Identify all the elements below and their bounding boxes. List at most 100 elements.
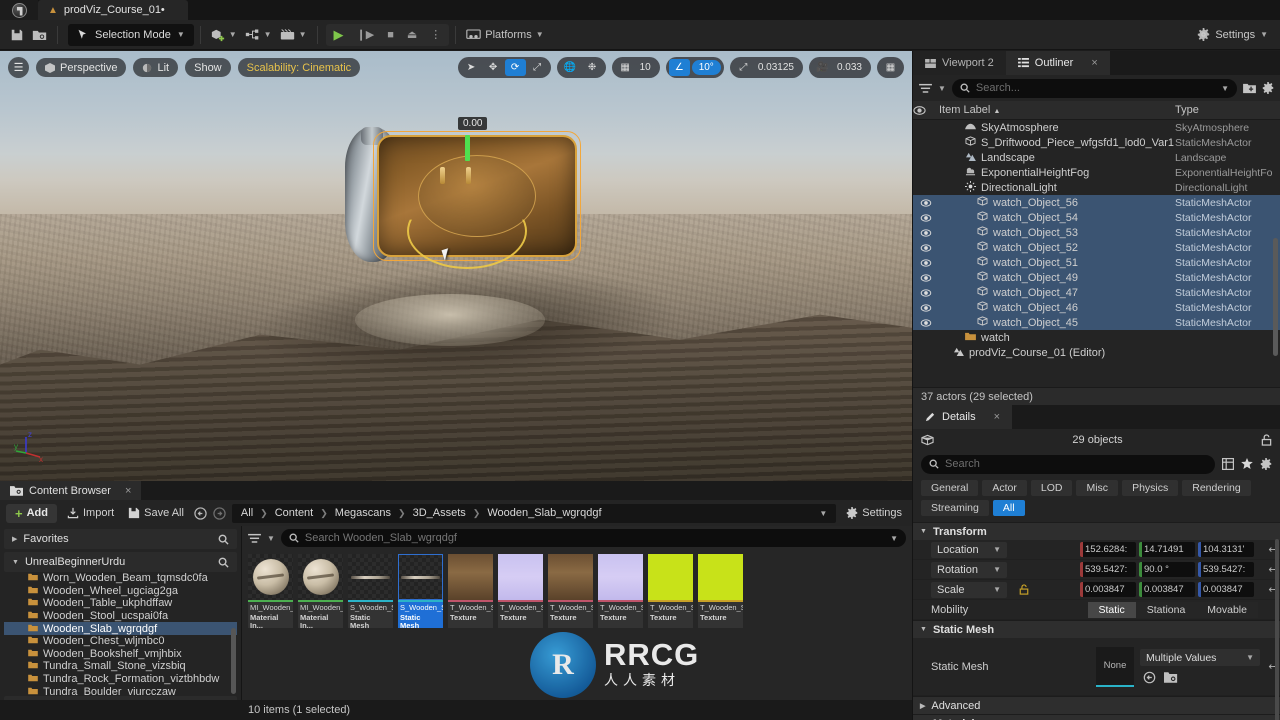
asset-thumbnail[interactable]	[348, 554, 393, 600]
viewport-lit-button[interactable]: Lit	[133, 58, 179, 77]
viewport-show-button[interactable]: Show	[185, 58, 231, 77]
chevron-down-icon[interactable]: ▼	[938, 84, 946, 93]
scale-y-input[interactable]: 0.003847	[1139, 582, 1195, 597]
scale-snap-group[interactable]: ⤢ 0.03125	[729, 57, 803, 78]
browse-content-button[interactable]	[28, 24, 51, 46]
project-section[interactable]: ▼ UnrealBeginnerUrdu	[4, 552, 237, 572]
browse-to-asset-icon[interactable]	[1143, 671, 1156, 684]
gizmo-axis-y[interactable]	[465, 135, 470, 161]
add-actor-button[interactable]: ▼	[207, 24, 241, 46]
asset-tile[interactable]: S_Wooden_SlabStatic Mesh	[398, 554, 443, 628]
star-icon[interactable]	[1241, 458, 1253, 470]
location-x-input[interactable]: 152.6284:	[1080, 542, 1136, 557]
asset-tile[interactable]: T_Wooden_SlabTexture	[648, 554, 693, 628]
folder-tree-item[interactable]: Wooden_Stool_ucspai0fa	[4, 610, 237, 623]
scale-x-input[interactable]: 0.003847	[1080, 582, 1136, 597]
breadcrumb-item[interactable]: Megascans	[335, 507, 391, 519]
folder-tree-item[interactable]: Wooden_Table_ukphdffaw	[4, 597, 237, 610]
unreal-engine-logo-icon[interactable]	[0, 0, 38, 20]
asset-tile[interactable]: S_Wooden_SlabStatic Mesh	[348, 554, 393, 628]
asset-tile[interactable]: MI_Wooden_SlabMaterial In...	[298, 554, 343, 628]
mobility-static[interactable]: Static	[1087, 601, 1136, 618]
rotation-y-input[interactable]: 90.0 °	[1139, 562, 1195, 577]
tab-outliner[interactable]: Outliner ×	[1005, 51, 1110, 75]
outliner-row[interactable]: watch	[913, 330, 1280, 345]
viewport-scalability-button[interactable]: Scalability: Cinematic	[237, 58, 361, 77]
chevron-down-icon[interactable]: ▼	[890, 534, 898, 543]
viewport-menu-icon[interactable]: ☰	[8, 57, 29, 78]
visibility-toggle-icon[interactable]	[913, 243, 939, 252]
outliner-row[interactable]: watch_Object_52 StaticMeshActor	[913, 240, 1280, 255]
rotation-z-input[interactable]: 539.5427:	[1198, 562, 1254, 577]
scale-z-input[interactable]: 0.003847	[1198, 582, 1254, 597]
tab-content-browser[interactable]: Content Browser ×	[0, 481, 142, 500]
folder-tree-item[interactable]: Wooden_Chest_wljmbc0	[4, 635, 237, 648]
outliner-row-list[interactable]: SkyAtmosphere SkyAtmosphere S_Driftwood_Pi…	[913, 120, 1280, 387]
visibility-toggle-icon[interactable]	[913, 213, 939, 222]
asset-tile[interactable]: T_Wooden_SlabTexture	[598, 554, 643, 628]
outliner-scrollbar[interactable]	[1273, 238, 1278, 356]
breadcrumb[interactable]: All ❯ Content ❯ Megascans ❯ 3D_Assets ❯ Wooden_S…	[231, 503, 837, 523]
folder-tree-item[interactable]: Tundra_Rock_Formation_viztbhbdw	[4, 673, 237, 686]
asset-tile[interactable]: T_Wooden_SlabTexture	[448, 554, 493, 628]
folder-tree-item[interactable]: Worn_Wooden_Beam_tqmsdc0fa	[4, 572, 237, 585]
asset-thumbnail[interactable]	[548, 554, 593, 600]
folder-tree-item[interactable]: Wooden_Wheel_ugciag2ga	[4, 585, 237, 598]
visibility-toggle-icon[interactable]	[913, 258, 939, 267]
outliner-row[interactable]: prodViz_Course_01 (Editor)	[913, 345, 1280, 360]
section-transform[interactable]: ▼ Transform	[913, 522, 1280, 540]
close-icon[interactable]: ×	[1091, 57, 1097, 69]
details-scrollbar[interactable]	[1275, 539, 1279, 720]
viewport-perspective-button[interactable]: Perspective	[36, 58, 127, 77]
outliner-row[interactable]: ExponentialHeightFog ExponentialHeightFo	[913, 165, 1280, 180]
filter-chip-general[interactable]: General	[921, 480, 979, 496]
close-icon[interactable]: ×	[125, 485, 131, 497]
selection-mode-button[interactable]: Selection Mode ▼	[68, 23, 194, 46]
close-icon[interactable]: ×	[994, 411, 1000, 423]
section-static-mesh[interactable]: ▼ Static Mesh	[913, 620, 1280, 638]
camera-speed-group[interactable]: 🎥 0.033	[808, 57, 871, 78]
static-mesh-thumbnail[interactable]: None	[1096, 646, 1134, 687]
find-in-browser-icon[interactable]	[1164, 671, 1178, 684]
outliner-row[interactable]: Landscape Landscape	[913, 150, 1280, 165]
breadcrumb-item[interactable]: 3D_Assets	[413, 507, 466, 519]
chevron-down-icon[interactable]: ▼	[819, 509, 827, 518]
grid-view-icon[interactable]	[1222, 458, 1234, 470]
cinematics-button[interactable]: ▼	[276, 24, 311, 46]
visibility-toggle-icon[interactable]	[913, 318, 939, 327]
level-tab[interactable]: ▲ prodViz_Course_01•	[38, 0, 188, 20]
asset-thumbnail[interactable]	[398, 554, 443, 600]
section-advanced[interactable]: ▶ Advanced	[913, 696, 1280, 714]
asset-grid[interactable]: MI_Wooden_SlabMaterial In...MI_Wooden_Sl…	[242, 550, 912, 632]
asset-thumbnail[interactable]	[298, 554, 343, 600]
blueprints-button[interactable]: ▼	[241, 24, 276, 46]
folder-tree-scrollbar[interactable]	[231, 628, 236, 694]
filter-chip-lod[interactable]: LOD	[1030, 480, 1073, 496]
search-icon[interactable]	[218, 557, 229, 568]
filter-chip-misc[interactable]: Misc	[1076, 480, 1119, 496]
breadcrumb-item[interactable]: Wooden_Slab_wgrqdgf	[487, 507, 601, 519]
asset-thumbnail[interactable]	[648, 554, 693, 600]
outliner-row[interactable]: watch_Object_45 StaticMeshActor	[913, 315, 1280, 330]
gear-icon[interactable]	[1262, 82, 1274, 94]
select-arrow-icon[interactable]: ➤	[461, 59, 482, 76]
breadcrumb-item[interactable]: Content	[275, 507, 314, 519]
folder-tree-item[interactable]: Tundra_Boulder_viurcczaw	[4, 685, 237, 696]
save-all-button[interactable]: Save All	[124, 507, 188, 519]
grid-snap-group[interactable]: ▦ 10	[611, 57, 660, 78]
asset-tile[interactable]: T_Wooden_SlabTexture	[498, 554, 543, 628]
tab-viewport-2[interactable]: Viewport 2	[913, 51, 1006, 75]
folder-tree-item[interactable]: Tundra_Small_Stone_vizsbiq	[4, 660, 237, 673]
rotate-gizmo-icon[interactable]: ⟳	[504, 59, 526, 76]
angle-snap-group[interactable]: ∠ 10°	[665, 57, 724, 78]
asset-thumbnail[interactable]	[598, 554, 643, 600]
asset-thumbnail[interactable]	[698, 554, 743, 600]
camera-speed-icon[interactable]: 🎥	[812, 59, 833, 76]
content-settings-button[interactable]: Settings	[842, 507, 906, 519]
step-icon[interactable]: ❙▶	[351, 28, 381, 41]
gear-icon[interactable]	[1260, 458, 1272, 470]
breadcrumb-item[interactable]: All	[241, 507, 253, 519]
outliner-row[interactable]: SkyAtmosphere SkyAtmosphere	[913, 120, 1280, 135]
viewport-layout-icon[interactable]: ▦	[880, 59, 901, 76]
angle-snap-icon[interactable]: ∠	[668, 59, 690, 76]
